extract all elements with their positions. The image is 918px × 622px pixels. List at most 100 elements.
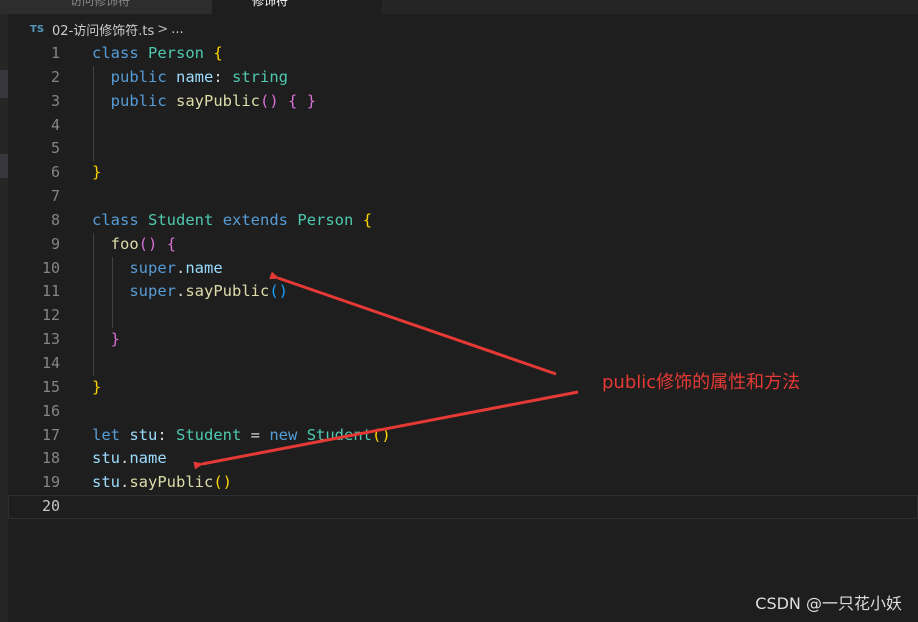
code-token: stu [92, 473, 120, 492]
code-line[interactable]: 7 [8, 185, 918, 209]
code-token: { [166, 234, 177, 253]
strip-marker [0, 70, 8, 98]
code-token: = [241, 425, 270, 444]
code-line[interactable]: 6} [8, 161, 918, 185]
code-token: sayPublic [176, 91, 261, 110]
code-text: class Student extends Person { [92, 209, 372, 233]
code-token: let [92, 425, 120, 444]
code-token: public [110, 67, 167, 86]
code-line[interactable]: 16 [8, 400, 918, 424]
code-token: stu [92, 449, 120, 468]
indent-guide [93, 351, 94, 376]
tab-access-modifiers[interactable]: 访问修饰符 [0, 0, 212, 14]
code-text: let stu: Student = new Student() [92, 424, 391, 448]
strip-marker [0, 154, 8, 178]
code-line[interactable]: 18 stu.name [8, 447, 918, 471]
code-token: Student [176, 425, 242, 444]
code-text: stu.sayPublic() [92, 471, 232, 495]
code-token: () [213, 473, 233, 492]
code-text: } [92, 161, 101, 185]
code-text: public name: string [92, 66, 288, 90]
typescript-file-icon: TS [30, 23, 45, 35]
line-number: 9 [50, 234, 60, 253]
code-token: () [269, 282, 289, 301]
line-number: 12 [41, 306, 60, 325]
code-line[interactable]: 2 public name: string [8, 65, 918, 90]
breadcrumb: TS 02-访问修饰符.ts > ... [30, 18, 184, 40]
line-number: 1 [50, 44, 60, 62]
breadcrumb-file[interactable]: 02-访问修饰符.ts [52, 20, 154, 39]
code-token: name [129, 449, 167, 468]
code-token: } [92, 163, 102, 182]
line-number: 15 [41, 377, 60, 396]
code-token: class [92, 210, 139, 229]
code-token: } [110, 330, 121, 349]
code-token: Person [297, 210, 354, 229]
code-editor[interactable]: 1 class Person {2 public name: string 3 pu… [8, 42, 918, 519]
code-token: () [138, 234, 158, 253]
tab-bar: 访问修饰符 修饰符 [0, 0, 918, 14]
code-line[interactable]: 1 class Person { [8, 42, 918, 66]
code-line[interactable]: 5 [8, 137, 918, 162]
code-token: : [157, 425, 177, 444]
code-text: foo() { [92, 233, 176, 257]
code-token: . [120, 473, 130, 492]
indent-guide [93, 304, 94, 329]
line-number: 13 [41, 330, 60, 349]
code-text: super.sayPublic() [92, 280, 288, 304]
code-token: () [372, 425, 391, 444]
indent-guide [93, 113, 94, 138]
code-line[interactable]: 8 class Student extends Person { [8, 209, 918, 233]
indent-guide [112, 304, 113, 329]
code-line[interactable]: 9 foo() { [8, 232, 918, 257]
line-number: 19 [41, 473, 60, 492]
code-token: new [269, 425, 298, 444]
code-line[interactable]: 3 public sayPublic() { } [8, 89, 918, 114]
code-text: super.name [92, 257, 223, 281]
tab-label: 修饰符 [252, 0, 289, 8]
code-text: public sayPublic() { } [92, 90, 316, 114]
code-line[interactable]: 12 [8, 304, 918, 329]
tab-modifiers[interactable]: 修饰符 [212, 0, 382, 14]
watermark: CSDN @一只花小妖 [755, 594, 902, 613]
code-token: super [129, 258, 176, 277]
code-text: stu.name [92, 447, 167, 471]
line-number: 18 [41, 449, 60, 468]
code-line[interactable]: 13 } [8, 328, 918, 352]
code-line[interactable]: 20 [8, 495, 918, 519]
line-number: 7 [50, 187, 60, 206]
line-number: 11 [41, 282, 60, 301]
line-number: 10 [41, 258, 60, 277]
code-token: { } [288, 91, 317, 110]
code-token: super [129, 282, 176, 301]
line-number: 14 [41, 353, 60, 372]
code-token: name [185, 258, 223, 277]
code-token: foo [110, 234, 139, 253]
code-token: class [92, 44, 139, 62]
breadcrumb-more[interactable]: ... [171, 22, 183, 37]
code-line[interactable]: 10 super.name [8, 256, 918, 281]
line-number: 2 [50, 67, 60, 86]
code-token: () [260, 91, 279, 110]
code-line[interactable]: 4 [8, 113, 918, 138]
code-token: . [176, 282, 186, 301]
code-line[interactable]: 19 stu.sayPublic() [8, 471, 918, 495]
code-line[interactable]: 11 super.sayPublic() [8, 280, 918, 305]
code-token: string [232, 67, 289, 86]
code-token: extends [222, 210, 289, 229]
code-line[interactable]: 17 let stu: Student = new Student() [8, 424, 918, 448]
